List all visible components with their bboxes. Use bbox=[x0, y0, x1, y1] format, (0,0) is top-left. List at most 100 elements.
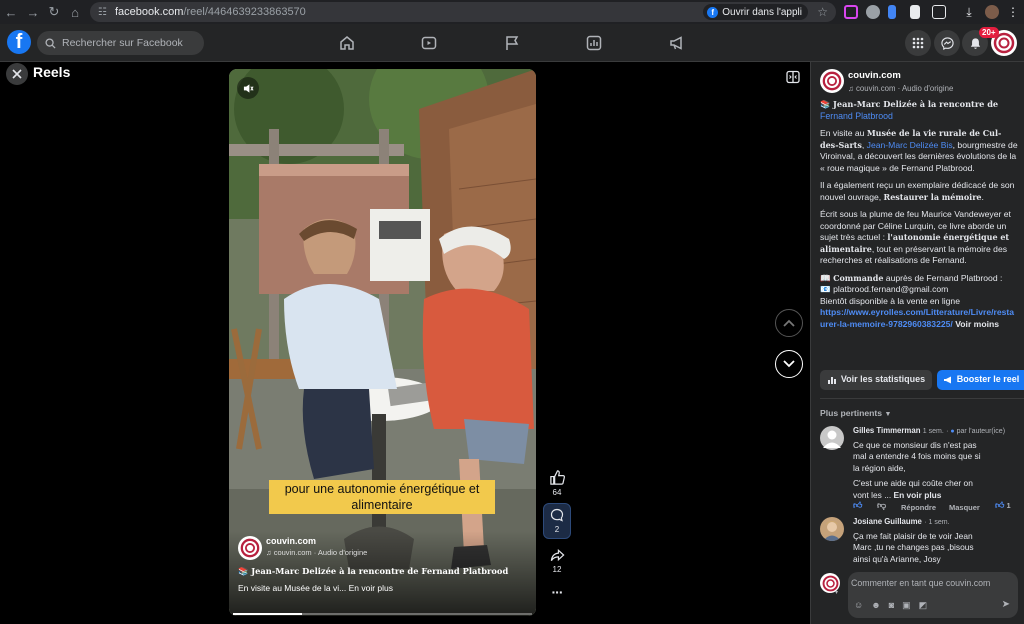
comment-action[interactable]: 2 bbox=[541, 503, 573, 539]
extension-icon[interactable] bbox=[888, 5, 896, 19]
bell-icon bbox=[970, 37, 980, 49]
comment-line: Ça me fait plaisir de te voir Jean bbox=[853, 530, 973, 541]
comment-button[interactable]: 2 bbox=[543, 503, 571, 539]
mute-button[interactable] bbox=[237, 77, 259, 99]
profile-avatar[interactable] bbox=[985, 5, 999, 19]
facebook-header: f Rechercher sur Facebook 20+ bbox=[0, 24, 1024, 62]
extension-icon[interactable] bbox=[866, 5, 880, 19]
site-settings-icon[interactable]: ☷ bbox=[98, 7, 107, 18]
page-avatar[interactable] bbox=[820, 69, 844, 93]
address-bar[interactable]: ☷ facebook.com/reel/4464639233863570 f O… bbox=[90, 2, 836, 22]
boost-reel-button[interactable]: Booster le reel bbox=[937, 370, 1024, 390]
boost-megaphone-icon bbox=[943, 376, 951, 384]
comment-see-more-link[interactable]: En voir plus bbox=[894, 490, 942, 500]
insights-icon[interactable] bbox=[585, 34, 603, 52]
page-avatar[interactable] bbox=[238, 536, 262, 560]
thumbs-up-icon bbox=[549, 470, 565, 485]
ads-megaphone-icon[interactable] bbox=[668, 34, 686, 52]
chevron-down-icon bbox=[783, 360, 795, 368]
caret-down-icon: ▼ bbox=[884, 411, 892, 418]
comment-reply-button[interactable]: Répondre bbox=[901, 502, 936, 514]
comment-author-reaction: par l'auteur(ice) bbox=[956, 428, 1006, 435]
post-paragraph-3: Écrit sous la plume de feu Maurice Vande… bbox=[820, 209, 1018, 267]
comment-hide-button[interactable]: Masquer bbox=[949, 502, 980, 514]
reel-details-panel: couvin.com ♫ couvin.com · Audio d'origin… bbox=[810, 62, 1024, 624]
share-arrow-icon bbox=[550, 548, 564, 562]
reel-viewer: Reels pour une autonomie énergétique et … bbox=[0, 62, 810, 624]
home-icon[interactable] bbox=[338, 34, 356, 52]
comment-placeholder: Commenter en tant que couvin.com bbox=[851, 578, 991, 588]
panel-page-name[interactable]: couvin.com bbox=[848, 70, 901, 82]
commenter-avatar[interactable] bbox=[820, 517, 844, 541]
comment-dislike-icon[interactable]: 👎︎ bbox=[877, 500, 886, 512]
p4-text-c: auprès de Fernand Platbrood : bbox=[883, 272, 1003, 283]
progress-bar[interactable] bbox=[233, 613, 532, 615]
reload-icon[interactable]: ↻ bbox=[43, 1, 65, 23]
audio-label[interactable]: ♫ couvin.com · Audio d'origine bbox=[266, 548, 367, 557]
back-icon[interactable]: ← bbox=[0, 1, 22, 23]
messenger-button[interactable] bbox=[934, 30, 960, 56]
extension-icon[interactable] bbox=[910, 5, 920, 19]
share-action[interactable]: 12 bbox=[541, 548, 573, 574]
previous-reel-button[interactable] bbox=[775, 309, 803, 337]
gif-icon[interactable]: ▣ bbox=[902, 600, 911, 612]
sticker-icon[interactable]: ◩ bbox=[919, 600, 928, 612]
reel-snippet: En visite au Musée de la vi... bbox=[238, 583, 347, 593]
comment-time[interactable]: 1 sem. bbox=[923, 428, 944, 435]
home-icon[interactable]: ⌂ bbox=[64, 1, 86, 23]
comment-author-badge: · ● par l'auteur(ice) bbox=[946, 428, 1006, 435]
comment-line: Ce que ce monsieur dis n'est pas bbox=[853, 439, 977, 450]
view-stats-button[interactable]: Voir les statistiques bbox=[820, 370, 932, 390]
couvin-logo-icon bbox=[240, 538, 260, 558]
video-caption: pour une autonomie énergétique et alimen… bbox=[269, 480, 495, 514]
audio-text: couvin.com · Audio d'origine bbox=[273, 548, 368, 557]
camera-icon[interactable]: ◙ bbox=[889, 600, 894, 612]
panel-audio[interactable]: ♫ couvin.com · Audio d'origine bbox=[848, 83, 953, 95]
avatar-sticker-icon[interactable]: ☺ bbox=[854, 600, 863, 612]
comment-author[interactable]: Josiane Guillaume bbox=[853, 517, 922, 526]
send-icon[interactable]: ➤ bbox=[1002, 599, 1010, 611]
facebook-logo[interactable]: f bbox=[7, 30, 31, 54]
extension-icon[interactable] bbox=[844, 5, 858, 19]
music-note-icon: ♫ bbox=[266, 548, 274, 557]
comment-input[interactable]: Commenter en tant que couvin.com ☺ ☻ ◙ ▣… bbox=[848, 572, 1018, 618]
comment-author[interactable]: Gilles Timmerman bbox=[853, 426, 920, 435]
comment-sort-dropdown[interactable]: Plus pertinents ▼ bbox=[820, 408, 891, 421]
commenter-avatar[interactable] bbox=[820, 426, 844, 450]
puzzle-icon[interactable] bbox=[932, 5, 946, 19]
see-less-link[interactable]: Voir moins bbox=[955, 319, 999, 329]
close-button[interactable] bbox=[6, 63, 28, 85]
composer-switch-icon[interactable]: ▾ bbox=[835, 588, 838, 600]
comment-reactions[interactable]: 👍︎ 1 bbox=[995, 500, 1011, 512]
search-input[interactable]: Rechercher sur Facebook bbox=[37, 31, 204, 55]
post-headline-link[interactable]: Fernand Platbrood bbox=[820, 111, 893, 121]
like-action[interactable]: 64 bbox=[541, 469, 573, 497]
collapse-panel-icon[interactable] bbox=[786, 70, 800, 84]
next-reel-button[interactable] bbox=[775, 350, 803, 378]
bookmark-star-icon[interactable]: ☆ bbox=[817, 5, 828, 19]
menu-grid-button[interactable] bbox=[905, 30, 931, 56]
pages-flag-icon[interactable] bbox=[503, 34, 521, 52]
forward-icon[interactable]: → bbox=[22, 1, 44, 23]
user-photo-icon bbox=[823, 521, 841, 541]
browser-menu-icon[interactable]: ⋮ bbox=[1006, 5, 1020, 19]
post-headline-main: 📚 Jean-Marc Delizée à la rencontre de bbox=[820, 99, 999, 109]
author-check-icon: ● bbox=[950, 428, 955, 435]
reels-title: Reels bbox=[33, 64, 71, 80]
open-in-app-button[interactable]: f Ouvrir dans l'appli bbox=[703, 4, 808, 20]
comment-time[interactable]: 1 sem. bbox=[929, 519, 950, 526]
emoji-icon[interactable]: ☻ bbox=[871, 600, 880, 612]
p1-mention-link[interactable]: Jean-Marc Delizée Bis bbox=[867, 140, 953, 150]
download-icon[interactable]: ⤓ bbox=[962, 5, 976, 19]
reel-description: En visite au Musée de la vi... En voir p… bbox=[238, 583, 393, 593]
url-host: facebook.com bbox=[114, 6, 184, 18]
see-more-link[interactable]: En voir plus bbox=[349, 583, 393, 593]
comment-line: Marc ,tu ne changes pas ,bisous bbox=[853, 542, 974, 552]
comment-like-icon[interactable]: 👍︎ bbox=[853, 500, 862, 512]
reaction-count: 1 bbox=[1006, 501, 1011, 510]
video-icon[interactable] bbox=[420, 34, 438, 52]
comment-1: Gilles Timmerman 1 sem. · ● par l'auteur… bbox=[853, 425, 1023, 501]
reel-video[interactable]: pour une autonomie énergétique et alimen… bbox=[229, 69, 536, 616]
more-options-icon[interactable]: ··· bbox=[541, 584, 573, 600]
page-name[interactable]: couvin.com bbox=[266, 536, 316, 546]
